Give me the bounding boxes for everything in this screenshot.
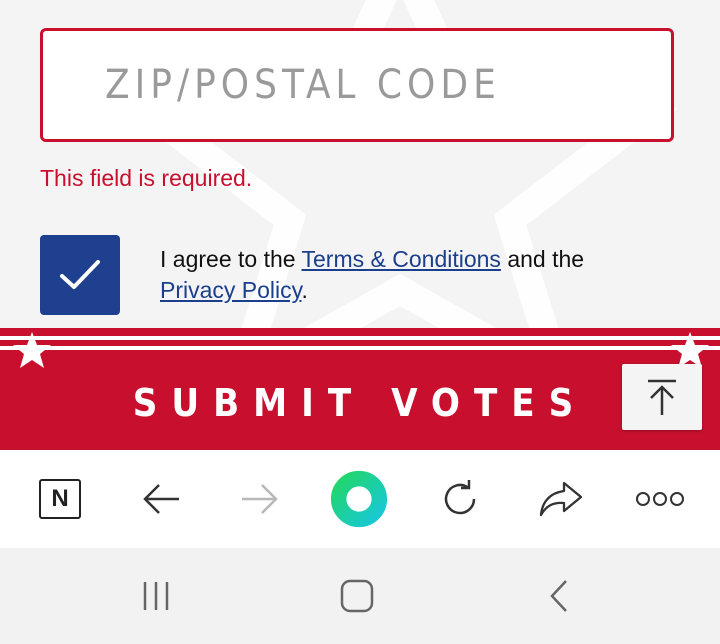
recent-apps-icon — [143, 582, 169, 610]
terms-conditions-link[interactable]: Terms & Conditions — [302, 246, 501, 272]
naver-button[interactable]: N — [30, 470, 90, 528]
agree-middle: and the — [500, 246, 585, 272]
home-ring-icon — [330, 470, 388, 528]
agree-text: I agree to the Terms & Conditions and th… — [160, 244, 660, 306]
naver-letter: N — [51, 485, 69, 512]
forward-arrow-icon — [242, 484, 278, 514]
share-button[interactable] — [531, 470, 591, 528]
home-icon — [340, 579, 374, 613]
band-stripe-middle — [0, 346, 720, 350]
scroll-to-top-button[interactable] — [622, 364, 702, 430]
zip-postal-code-input[interactable] — [40, 28, 674, 142]
home-ring-button[interactable] — [329, 470, 389, 528]
home-button[interactable] — [327, 576, 387, 616]
zip-error-message: This field is required. — [40, 165, 253, 191]
system-navigation-bar — [0, 548, 720, 644]
arrow-up-to-line-icon — [648, 379, 676, 415]
back-arrow-icon — [143, 484, 179, 514]
back-icon — [550, 580, 567, 612]
agree-prefix: I agree to the — [160, 246, 302, 272]
browser-toolbar: N — [0, 450, 720, 548]
share-icon — [539, 481, 583, 517]
band-stripe-top — [0, 336, 720, 340]
star-left-icon — [13, 332, 51, 368]
refresh-icon — [444, 480, 476, 515]
forward-button[interactable] — [230, 470, 290, 528]
more-dots-icon — [636, 492, 684, 506]
privacy-policy-link[interactable]: Privacy Policy — [160, 277, 301, 303]
back-button[interactable] — [131, 470, 191, 528]
agree-suffix: . — [301, 277, 308, 303]
checkmark-icon — [60, 260, 100, 289]
naver-icon: N — [39, 479, 81, 519]
refresh-button[interactable] — [430, 470, 490, 528]
system-back-button[interactable] — [529, 576, 589, 616]
more-button[interactable] — [630, 470, 690, 528]
submit-votes-button[interactable]: SUBMIT VOTES — [0, 368, 720, 438]
submit-band: SUBMIT VOTES — [0, 328, 720, 450]
recent-apps-button[interactable] — [126, 576, 186, 616]
agree-checkbox[interactable] — [40, 235, 120, 315]
